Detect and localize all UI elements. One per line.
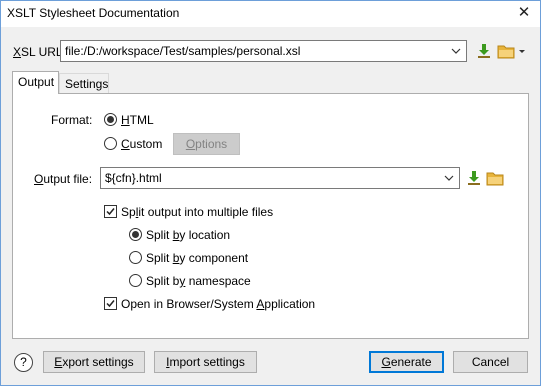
output-file-label: Output file: bbox=[34, 172, 93, 186]
xsl-url-value: file:/D:/workspace/Test/samples/personal… bbox=[65, 44, 301, 58]
open-in-browser-label[interactable]: Open in Browser/System Application bbox=[121, 297, 315, 311]
dropdown-arrow-icon[interactable] bbox=[517, 42, 527, 60]
chevron-down-icon[interactable] bbox=[443, 171, 455, 185]
window-title: XSLT Stylesheet Documentation bbox=[7, 6, 180, 20]
split-by-component-label[interactable]: Split by component bbox=[146, 251, 248, 265]
dialog-window: XSLT Stylesheet Documentation ✕ XSL URL:… bbox=[0, 0, 541, 386]
format-html-radio[interactable] bbox=[104, 113, 117, 126]
format-custom-label[interactable]: Custom bbox=[121, 137, 162, 151]
output-tab-panel: Format: HTML Custom Options Output file:… bbox=[12, 93, 529, 339]
checkmark-icon bbox=[106, 208, 115, 216]
title-bar: XSLT Stylesheet Documentation ✕ bbox=[1, 1, 540, 27]
insert-editor-variables-icon[interactable] bbox=[465, 169, 483, 187]
split-output-checkbox[interactable] bbox=[104, 205, 117, 218]
output-file-combobox[interactable]: ${cfn}.html bbox=[100, 167, 460, 189]
xsl-url-combobox[interactable]: file:/D:/workspace/Test/samples/personal… bbox=[60, 40, 467, 62]
split-by-namespace-radio[interactable] bbox=[129, 274, 142, 287]
format-label: Format: bbox=[51, 113, 93, 127]
split-by-namespace-label[interactable]: Split by namespace bbox=[146, 274, 251, 288]
tab-output[interactable]: Output bbox=[12, 71, 59, 94]
import-settings-button[interactable]: Import settings bbox=[154, 351, 257, 373]
split-output-label[interactable]: Split output into multiple files bbox=[121, 205, 273, 219]
options-button[interactable]: Options bbox=[173, 133, 240, 155]
split-by-component-radio[interactable] bbox=[129, 251, 142, 264]
insert-editor-variables-icon[interactable] bbox=[475, 42, 493, 60]
format-html-label[interactable]: HTML bbox=[121, 113, 154, 127]
generate-button[interactable]: Generate bbox=[369, 351, 444, 373]
split-by-location-label[interactable]: Split by location bbox=[146, 228, 230, 242]
tab-settings[interactable]: Settings bbox=[59, 73, 109, 94]
xsl-url-label: XSL URL: bbox=[13, 45, 66, 59]
checkmark-icon bbox=[106, 300, 115, 308]
split-by-location-radio[interactable] bbox=[129, 228, 142, 241]
output-file-value: ${cfn}.html bbox=[105, 171, 162, 185]
close-icon[interactable]: ✕ bbox=[516, 4, 532, 22]
export-settings-button[interactable]: Export settings bbox=[43, 351, 145, 373]
browse-folder-icon[interactable] bbox=[486, 169, 504, 187]
open-in-browser-checkbox[interactable] bbox=[104, 297, 117, 310]
format-custom-radio[interactable] bbox=[104, 137, 117, 150]
browse-folder-icon[interactable] bbox=[497, 42, 515, 60]
cancel-button[interactable]: Cancel bbox=[453, 351, 528, 373]
help-icon[interactable]: ? bbox=[14, 353, 33, 372]
chevron-down-icon[interactable] bbox=[450, 44, 462, 58]
